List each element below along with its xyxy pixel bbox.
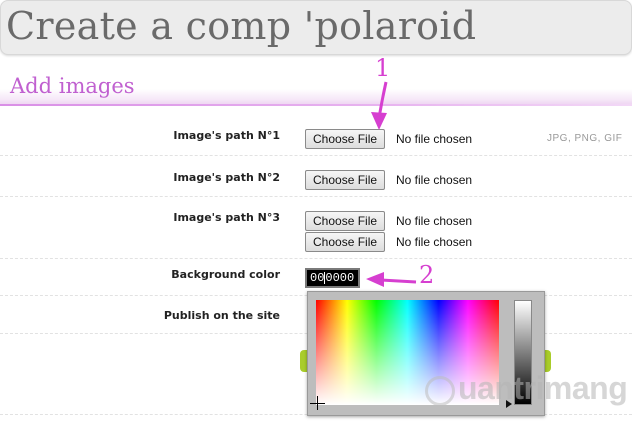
annotation-overlay	[366, 81, 417, 287]
annotation-arrow-1	[371, 81, 388, 130]
annotation-marker-2: 2	[419, 261, 435, 289]
annotation-marker-1: 1	[375, 54, 391, 82]
annotation-arrow-2	[366, 272, 417, 287]
